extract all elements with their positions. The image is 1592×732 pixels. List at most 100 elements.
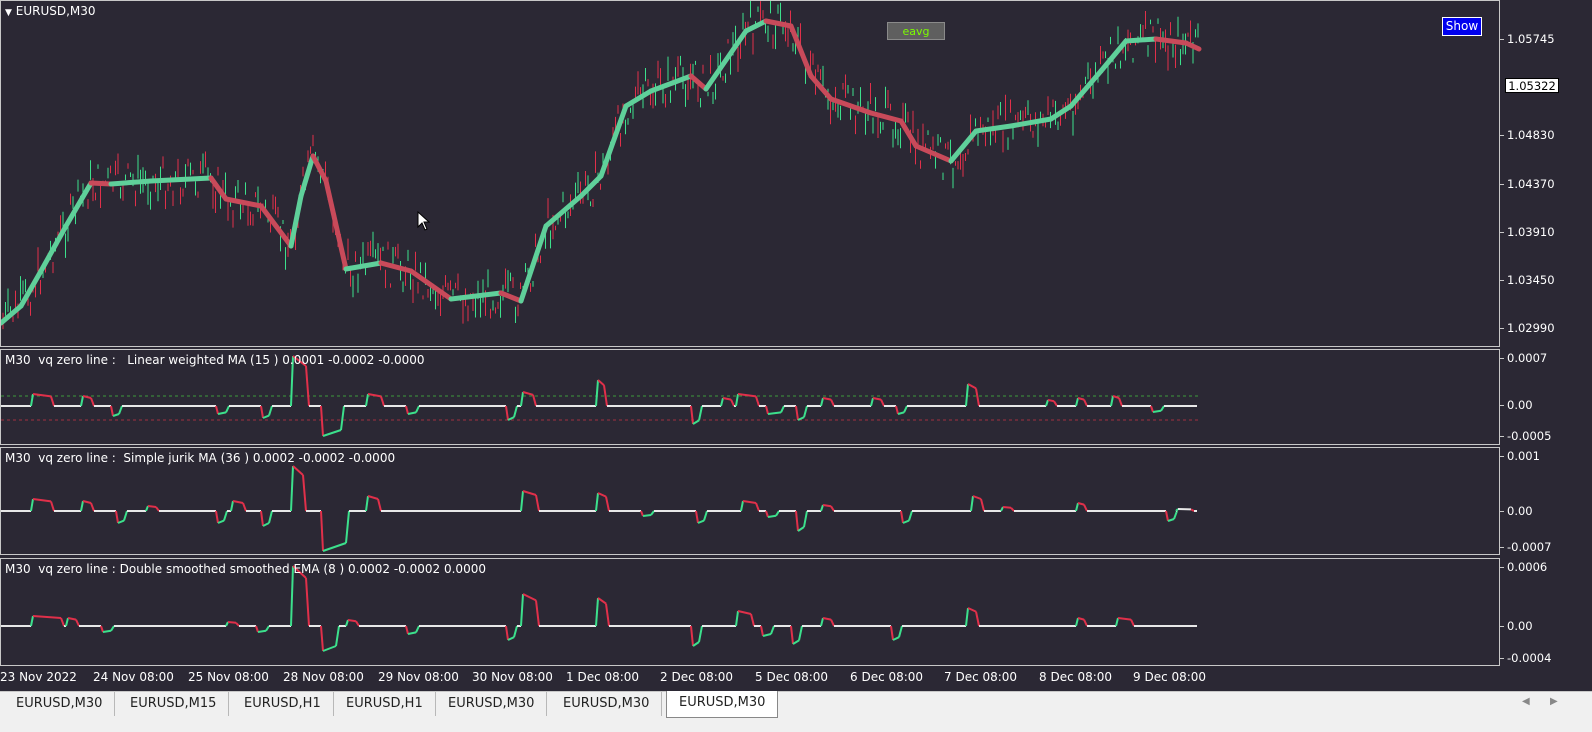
oscillator-segment <box>796 511 798 531</box>
oscillator-segment <box>896 406 898 414</box>
moving-average-segment <box>326 181 346 269</box>
oscillator-segment <box>536 495 539 511</box>
triangle-down-icon[interactable]: ▼ <box>5 8 12 18</box>
time-axis[interactable]: 23 Nov 2022 24 Nov 08:00 25 Nov 08:00 28… <box>0 667 1500 691</box>
indicator-pane-dsema[interactable]: M30 vq zero line : Double smoothed smoot… <box>0 558 1500 666</box>
oscillator-segment <box>804 406 807 417</box>
tab-eurusd-h1[interactable]: EURUSD,H1 <box>232 692 334 716</box>
moving-average-segment <box>313 156 326 181</box>
oscillator-segment <box>976 388 979 406</box>
oscillator-segment <box>899 626 902 637</box>
time-label: 30 Nov 08:00 <box>472 670 553 684</box>
price-tick: 1.04830 <box>1507 128 1555 142</box>
oscillator-segment <box>336 626 339 646</box>
oscillator-segment <box>821 398 823 406</box>
time-label: 6 Dec 08:00 <box>850 670 923 684</box>
oscillator-segment <box>821 618 823 626</box>
oscillator-segment <box>1168 519 1174 521</box>
price-tick: 1.04370 <box>1507 177 1555 191</box>
oscillator-segment <box>1001 507 1003 511</box>
oscillator-segment <box>406 626 408 634</box>
oscillator-segment <box>83 501 91 503</box>
oscillator-segment <box>91 503 94 511</box>
indicator-axis-dsema: 0.0006 0.00 -0.0004 <box>1500 558 1592 666</box>
oscillator-segment <box>871 398 873 406</box>
oscillator-segment <box>381 396 384 406</box>
oscillator-segment <box>356 621 359 626</box>
axis-tick: 0.001 <box>1507 449 1540 463</box>
axis-tick: 0.00 <box>1507 619 1533 633</box>
oscillator-segment <box>1076 618 1078 626</box>
tab-eurusd-h1[interactable]: EURUSD,H1 <box>334 692 436 716</box>
oscillator-segment <box>731 400 734 406</box>
oscillator-segment <box>506 626 508 640</box>
oscillator-segment <box>346 511 349 543</box>
chart-area[interactable]: ▼ EURUSD,M30 eavg Show M30 vq zero line … <box>0 0 1592 691</box>
oscillator-segment <box>768 516 776 517</box>
tab-eurusd-m30[interactable]: EURUSD,M30 <box>4 692 115 716</box>
oscillator-segment <box>968 608 976 612</box>
eavg-button[interactable]: eavg <box>887 22 945 40</box>
moving-average-segment <box>601 106 626 176</box>
oscillator-segment <box>763 634 771 636</box>
tab-eurusd-m15[interactable]: EURUSD,M15 <box>118 692 229 716</box>
oscillator-segment <box>1054 401 1057 406</box>
time-label: 28 Nov 08:00 <box>283 670 364 684</box>
oscillator-segment <box>693 420 699 424</box>
moving-average-segment <box>21 271 41 306</box>
tab-eurusd-m30-active[interactable]: EURUSD,M30 <box>666 691 778 718</box>
oscillator-segment <box>1118 618 1131 620</box>
oscillator-segment <box>1011 508 1014 511</box>
oscillator-segment <box>596 493 598 511</box>
oscillator-segment <box>226 622 228 626</box>
price-axis[interactable]: 1.05745 1.04830 1.04370 1.03910 1.03450 … <box>1500 0 1592 347</box>
indicator-pane-lwma[interactable]: M30 vq zero line : Linear weighted MA (1… <box>0 349 1500 445</box>
oscillator-segment <box>909 511 912 521</box>
oscillator-segment <box>796 406 798 420</box>
oscillator-segment <box>881 400 884 406</box>
oscillator-segment <box>521 491 523 511</box>
oscillator-segment <box>348 620 356 621</box>
oscillator-segment <box>971 496 973 511</box>
oscillator-segment <box>741 501 743 511</box>
oscillator-segment <box>641 511 643 516</box>
oscillator-segment <box>891 626 893 640</box>
oscillator-segment <box>81 396 83 406</box>
show-button[interactable]: Show <box>1442 17 1482 36</box>
oscillator-segment <box>116 511 118 523</box>
oscillator-segment <box>346 620 348 626</box>
oscillator-segment <box>721 398 723 406</box>
oscillator-segment <box>261 511 263 526</box>
oscillator-segment <box>966 384 968 406</box>
tab-eurusd-m30[interactable]: EURUSD,M30 <box>551 692 662 716</box>
oscillator-segment <box>1046 400 1048 406</box>
moving-average-segment <box>91 183 111 184</box>
oscillator-segment <box>306 578 309 626</box>
scroll-right-icon[interactable]: ▶ <box>1550 696 1558 707</box>
oscillator-segment <box>261 406 263 418</box>
oscillator-segment <box>699 406 702 420</box>
symbol-label: EURUSD,M30 <box>16 4 96 18</box>
tab-eurusd-m30[interactable]: EURUSD,M30 <box>436 692 547 716</box>
indicator-label-lwma: M30 vq zero line : Linear weighted MA (1… <box>5 353 425 367</box>
moving-average-segment <box>581 176 601 196</box>
indicator-pane-jurik[interactable]: M30 vq zero line : Simple jurik MA (36 )… <box>0 447 1500 555</box>
symbol-title[interactable]: ▼ EURUSD,M30 <box>5 4 96 18</box>
indicator-label-jurik: M30 vq zero line : Simple jurik MA (36 )… <box>5 451 395 465</box>
oscillator-segment <box>321 626 323 651</box>
time-label: 25 Nov 08:00 <box>188 670 269 684</box>
oscillator-segment <box>1153 411 1161 412</box>
price-pane[interactable]: ▼ EURUSD,M30 eavg Show <box>0 0 1500 347</box>
oscillator-segment <box>366 394 368 406</box>
oscillator-segment <box>976 612 979 626</box>
oscillator-segment <box>91 398 94 406</box>
oscillator-segment <box>1078 618 1084 620</box>
scroll-left-icon[interactable]: ◀ <box>1522 696 1530 707</box>
moving-average-segment <box>151 178 211 181</box>
oscillator-segment <box>973 496 981 499</box>
oscillator-segment <box>256 626 258 632</box>
oscillator-segment <box>596 380 598 406</box>
oscillator-segment <box>508 637 514 640</box>
indicator-label-dsema: M30 vq zero line : Double smoothed smoot… <box>5 562 486 576</box>
oscillator-segment <box>761 626 763 636</box>
